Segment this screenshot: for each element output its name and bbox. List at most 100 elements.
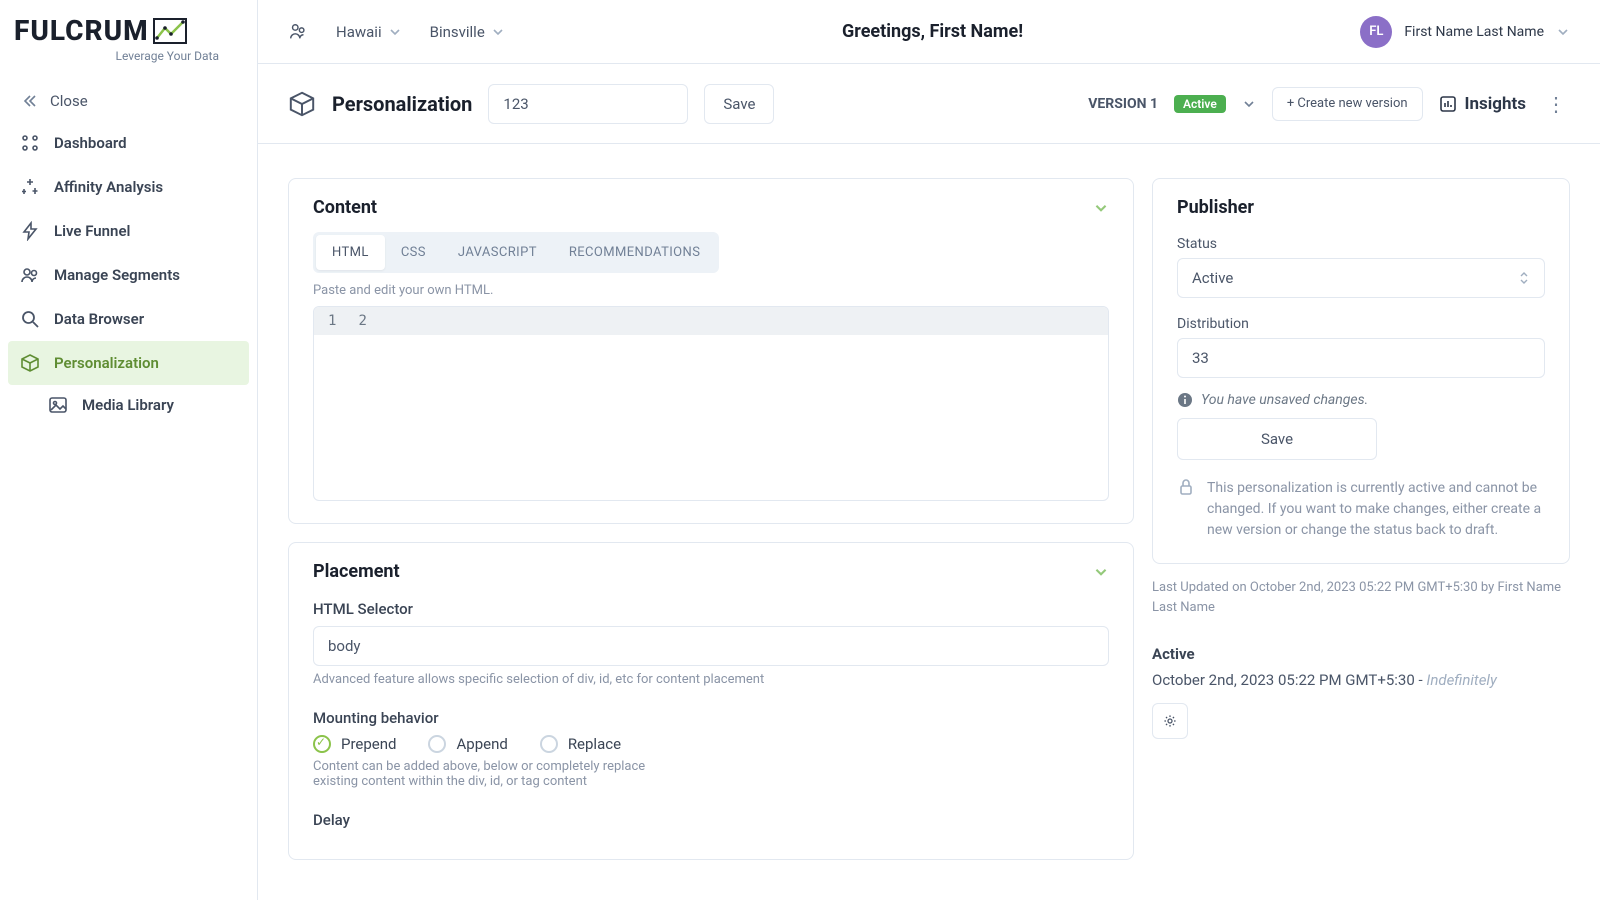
main-nav: Close Dashboard Affinity Analysis <box>0 71 257 435</box>
insights-label: Insights <box>1465 94 1526 114</box>
tab-javascript[interactable]: JAVASCRIPT <box>442 235 553 270</box>
collapse-placement-icon[interactable] <box>1093 564 1109 580</box>
tab-css[interactable]: CSS <box>385 235 442 270</box>
logo-chart-icon <box>153 18 187 44</box>
mounting-label: Mounting behavior <box>313 709 1109 727</box>
status-select[interactable]: Active <box>1177 258 1545 298</box>
last-updated: Last Updated on October 2nd, 2023 05:22 … <box>1152 578 1570 617</box>
greeting: Greetings, First Name! <box>529 21 1337 42</box>
radio-label: Prepend <box>341 735 396 753</box>
users-icon <box>20 265 40 285</box>
chevron-double-left-icon <box>20 91 40 111</box>
sidebar-item-media-library[interactable]: Media Library <box>8 385 249 425</box>
sidebar-item-label: Manage Segments <box>54 266 180 284</box>
content-card-title: Content <box>313 197 377 218</box>
status-value: Active <box>1192 269 1233 287</box>
topbar: Hawaii Binsville Greetings, First Name! … <box>258 0 1600 64</box>
selector-label: HTML Selector <box>313 600 1109 618</box>
chevron-down-icon <box>388 25 402 39</box>
main: Hawaii Binsville Greetings, First Name! … <box>258 0 1600 900</box>
mounting-prepend[interactable]: Prepend <box>313 735 396 753</box>
save-name-button[interactable]: Save <box>704 84 774 124</box>
selector-hint: Advanced feature allows specific selecti… <box>313 672 1109 687</box>
sparkle-icon <box>20 177 40 197</box>
org-selector[interactable]: Hawaii <box>336 23 402 41</box>
sidebar-item-affinity[interactable]: Affinity Analysis <box>8 165 249 209</box>
image-icon <box>48 395 68 415</box>
placement-card-title: Placement <box>313 561 400 582</box>
org-selector-label: Hawaii <box>336 23 382 41</box>
lock-text: This personalization is currently active… <box>1207 478 1545 541</box>
mounting-replace[interactable]: Replace <box>540 735 621 753</box>
publisher-save-button[interactable]: Save <box>1177 418 1377 460</box>
brand-tagline: Leverage Your Data <box>14 49 219 63</box>
sidebar: FULCRUM Leverage Your Data <box>0 0 258 900</box>
content-card: Content HTML CSS JAVASCRIPT RECOMMENDATI… <box>288 178 1134 524</box>
publisher-card-title: Publisher <box>1177 197 1254 218</box>
org-switcher-icon[interactable] <box>288 22 308 42</box>
site-selector-label: Binsville <box>430 23 485 41</box>
content-tabs: HTML CSS JAVASCRIPT RECOMMENDATIONS <box>313 232 719 273</box>
bolt-icon <box>20 221 40 241</box>
status-badge: Active <box>1174 95 1226 113</box>
sidebar-item-live-funnel[interactable]: Live Funnel <box>8 209 249 253</box>
bar-chart-icon <box>1439 95 1457 113</box>
more-menu-icon[interactable]: ⋮ <box>1542 92 1570 116</box>
radio-icon <box>540 735 558 753</box>
unsaved-text: You have unsaved changes. <box>1201 392 1368 408</box>
close-nav[interactable]: Close <box>8 81 249 121</box>
subheader: Personalization Save VERSION 1 Active + … <box>258 64 1600 144</box>
tab-recommendations[interactable]: RECOMMENDATIONS <box>553 235 716 270</box>
sidebar-item-data-browser[interactable]: Data Browser <box>8 297 249 341</box>
radio-label: Append <box>456 735 507 753</box>
brand-name: FULCRUM <box>14 14 149 47</box>
radio-label: Replace <box>568 735 621 753</box>
sidebar-item-segments[interactable]: Manage Segments <box>8 253 249 297</box>
distribution-label: Distribution <box>1177 316 1545 332</box>
gear-icon <box>1162 713 1178 729</box>
search-icon <box>20 309 40 329</box>
mounting-options: Prepend Append Replace <box>313 735 1109 753</box>
dashboard-icon <box>20 133 40 153</box>
code-editor[interactable]: 12 <box>313 306 1109 501</box>
tab-html[interactable]: HTML <box>316 235 385 270</box>
mounting-hint: Content can be added above, below or com… <box>313 759 673 789</box>
publisher-card: Publisher Status Active Distri <box>1152 178 1570 564</box>
chevron-down-icon <box>491 25 505 39</box>
version-label: VERSION 1 <box>1088 96 1158 112</box>
mounting-append[interactable]: Append <box>428 735 507 753</box>
cube-icon <box>288 90 316 118</box>
lock-icon <box>1177 478 1195 541</box>
sidebar-item-label: Personalization <box>54 354 159 372</box>
insights-link[interactable]: Insights <box>1439 94 1526 114</box>
content-hint: Paste and edit your own HTML. <box>313 283 1109 298</box>
sidebar-item-label: Media Library <box>82 396 174 414</box>
version-chevron-down-icon[interactable] <box>1242 97 1256 111</box>
close-label: Close <box>50 92 88 110</box>
collapse-content-icon[interactable] <box>1093 200 1109 216</box>
sidebar-item-label: Data Browser <box>54 310 144 328</box>
cube-icon <box>20 353 40 373</box>
sidebar-item-personalization[interactable]: Personalization <box>8 341 249 385</box>
history-range: October 2nd, 2023 05:22 PM GMT+5:30 - In… <box>1152 671 1570 689</box>
content-area: Content HTML CSS JAVASCRIPT RECOMMENDATI… <box>258 144 1600 900</box>
select-arrows-icon <box>1518 270 1530 286</box>
site-selector[interactable]: Binsville <box>430 23 505 41</box>
info-icon <box>1177 392 1193 408</box>
history-settings-button[interactable] <box>1152 703 1188 739</box>
create-version-button[interactable]: + Create new version <box>1272 87 1423 121</box>
radio-icon <box>428 735 446 753</box>
radio-icon <box>313 735 331 753</box>
chevron-down-icon <box>1556 25 1570 39</box>
selector-input[interactable] <box>313 626 1109 666</box>
distribution-input[interactable] <box>1177 338 1545 378</box>
history-state: Active <box>1152 645 1570 663</box>
page-title: Personalization <box>332 92 472 116</box>
personalization-name-input[interactable] <box>488 84 688 124</box>
sidebar-item-dashboard[interactable]: Dashboard <box>8 121 249 165</box>
sidebar-item-label: Live Funnel <box>54 222 130 240</box>
unsaved-warning: You have unsaved changes. <box>1177 392 1545 408</box>
user-menu[interactable]: FL First Name Last Name <box>1360 16 1570 48</box>
code-line-numbers: 12 <box>314 307 1108 335</box>
logo: FULCRUM Leverage Your Data <box>0 0 257 71</box>
